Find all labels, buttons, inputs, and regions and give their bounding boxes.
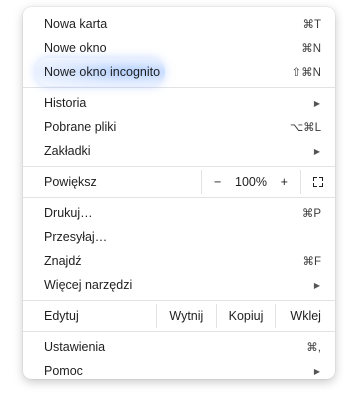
zoom-label: Powiększ — [44, 175, 97, 189]
menu-item-new-tab[interactable]: Nowa karta ⌘T — [23, 12, 335, 36]
menu-item-new-incognito-window[interactable]: Nowe okno incognito ⇧⌘N — [23, 58, 335, 86]
menu-item-label: Historia — [44, 96, 87, 110]
shortcut-label: ⇧⌘N — [291, 67, 321, 79]
menu-item-cast[interactable]: Przesyłaj… — [23, 225, 335, 249]
fullscreen-button[interactable] — [300, 170, 335, 194]
browser-context-menu: Nowa karta ⌘T Nowe okno ⌘N Nowe okno inc… — [23, 7, 335, 379]
shortcut-label: ⌘T — [302, 19, 321, 31]
menu-separator — [23, 300, 335, 301]
cut-button[interactable]: Wytnij — [156, 304, 216, 328]
menu-item-label: Nowe okno — [44, 41, 107, 55]
chevron-right-icon: ▶ — [313, 98, 320, 108]
chevron-right-icon: ▶ — [313, 146, 320, 156]
copy-button[interactable]: Kopiuj — [215, 304, 276, 328]
menu-item-history[interactable]: Historia ▶ — [23, 91, 335, 115]
zoom-level: 100% — [235, 175, 267, 189]
menu-item-find[interactable]: Znajdź ⌘F — [23, 249, 335, 273]
shortcut-label: ⌘N — [301, 43, 321, 55]
menu-item-label: Pobrane pliki — [44, 120, 117, 134]
menu-item-help[interactable]: Pomoc ▶ — [23, 359, 335, 383]
chevron-right-icon: ▶ — [313, 280, 320, 290]
fullscreen-icon — [313, 177, 323, 187]
shortcut-label: ⌘, — [306, 342, 321, 354]
menu-item-settings[interactable]: Ustawienia ⌘, — [23, 335, 335, 359]
menu-item-print[interactable]: Drukuj… ⌘P — [23, 201, 335, 225]
menu-item-label: Więcej narzędzi — [44, 278, 133, 292]
menu-separator — [23, 87, 335, 88]
zoom-out-button[interactable]: − — [214, 175, 221, 189]
chevron-right-icon: ▶ — [313, 366, 320, 376]
edit-row: Edytuj Wytnij Kopiuj Wklej — [23, 304, 335, 328]
menu-item-label: Przesyłaj… — [44, 230, 108, 244]
paste-button[interactable]: Wklej — [275, 304, 335, 328]
menu-item-label: Znajdź — [44, 254, 82, 268]
edit-label: Edytuj — [44, 309, 79, 323]
shortcut-label: ⌘F — [302, 256, 321, 268]
menu-item-label: Nowe okno incognito — [44, 65, 161, 79]
shortcut-label: ⌘P — [301, 208, 321, 220]
menu-item-label: Pomoc — [44, 364, 83, 378]
menu-item-label: Ustawienia — [44, 340, 106, 354]
menu-separator — [23, 166, 335, 167]
menu-item-downloads[interactable]: Pobrane pliki ⌥⌘L — [23, 115, 335, 139]
shortcut-label: ⌥⌘L — [289, 122, 321, 134]
menu-separator — [23, 197, 335, 198]
zoom-row: Powiększ − 100% + — [23, 170, 335, 194]
menu-item-label: Nowa karta — [44, 17, 108, 31]
menu-item-label: Zakładki — [44, 144, 91, 158]
zoom-controls: − 100% + — [201, 170, 300, 194]
menu-separator — [23, 331, 335, 332]
menu-item-bookmarks[interactable]: Zakładki ▶ — [23, 139, 335, 163]
menu-item-label: Drukuj… — [44, 206, 93, 220]
zoom-in-button[interactable]: + — [281, 175, 288, 189]
menu-item-new-window[interactable]: Nowe okno ⌘N — [23, 36, 335, 60]
menu-item-more-tools[interactable]: Więcej narzędzi ▶ — [23, 273, 335, 297]
